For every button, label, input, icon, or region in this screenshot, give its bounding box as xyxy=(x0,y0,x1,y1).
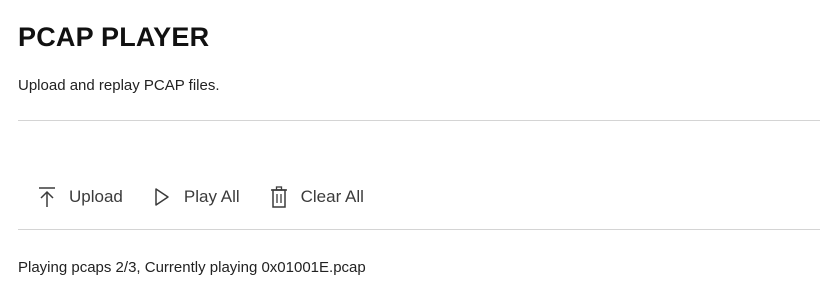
clear-all-label: Clear All xyxy=(300,187,364,206)
header-divider xyxy=(18,120,820,121)
play-all-button[interactable]: Play All xyxy=(146,182,245,212)
play-all-label: Play All xyxy=(183,187,240,206)
toolbar-divider xyxy=(18,229,820,230)
clear-all-button[interactable]: Clear All xyxy=(263,182,369,212)
page-subtitle: Upload and replay PCAP files. xyxy=(18,77,220,94)
toolbar: Upload Play All Clear All xyxy=(36,182,387,212)
trash-icon xyxy=(268,184,290,210)
upload-icon xyxy=(36,184,58,210)
upload-label: Upload xyxy=(69,187,123,206)
play-icon xyxy=(151,184,173,210)
page-title: PCAP PLAYER xyxy=(18,22,210,52)
upload-button[interactable]: Upload xyxy=(36,182,128,212)
status-text: Playing pcaps 2/3, Currently playing 0x0… xyxy=(18,259,366,276)
